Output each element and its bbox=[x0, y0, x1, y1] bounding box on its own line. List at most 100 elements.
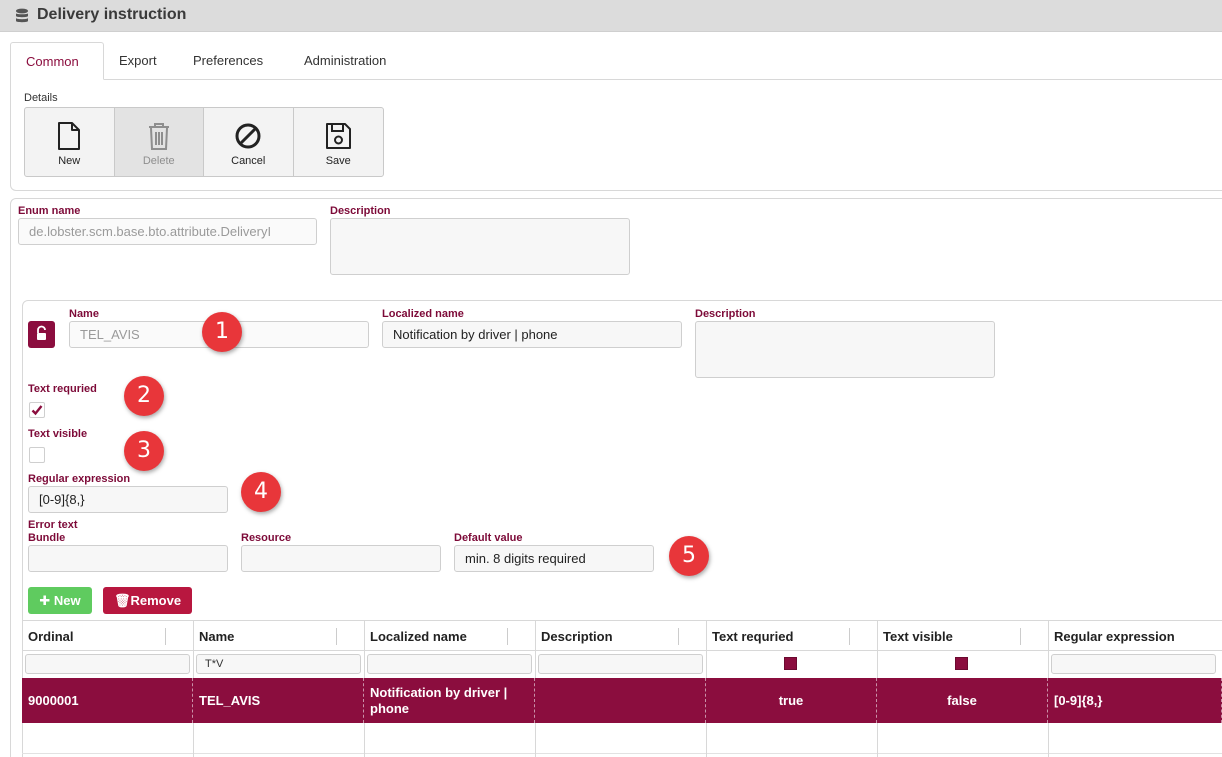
tab-administration[interactable]: Administration bbox=[289, 42, 401, 80]
file-icon bbox=[58, 122, 81, 150]
cell-regex: [0-9]{8,} bbox=[1048, 678, 1222, 723]
regex-field[interactable]: [0-9]{8,} bbox=[28, 486, 228, 513]
plus-icon: ✚ bbox=[39, 593, 54, 608]
column-divider bbox=[877, 723, 878, 757]
new-button-label: New bbox=[58, 155, 81, 167]
cancel-button-label: Cancel bbox=[231, 155, 266, 167]
details-toolbar: New Delete Cancel Save bbox=[24, 107, 384, 177]
filter-text-visible-checkbox[interactable] bbox=[955, 657, 968, 670]
column-header-regex[interactable]: Regular expression bbox=[1048, 621, 1222, 652]
empty-row bbox=[22, 723, 1222, 754]
filter-name-input[interactable]: T*V bbox=[196, 654, 361, 674]
column-divider bbox=[877, 620, 878, 678]
column-header-label: Text visible bbox=[883, 629, 953, 644]
bundle-label: Bundle bbox=[28, 532, 66, 544]
unlock-button[interactable] bbox=[28, 321, 55, 348]
column-divider bbox=[535, 620, 536, 678]
tab-preferences[interactable]: Preferences bbox=[178, 42, 278, 80]
column-divider bbox=[364, 620, 365, 678]
resource-field[interactable] bbox=[241, 545, 441, 572]
annotation-badge-3: 3 bbox=[124, 431, 164, 471]
text-required-checkbox[interactable] bbox=[29, 402, 45, 418]
remove-row-button-label: Remove bbox=[130, 593, 182, 608]
column-divider bbox=[1048, 723, 1049, 757]
window-title: Delivery instruction bbox=[37, 6, 187, 23]
add-row-button[interactable]: ✚ New bbox=[28, 587, 92, 614]
cell-name: TEL_AVIS bbox=[193, 678, 364, 723]
localized-name-label: Localized name bbox=[382, 308, 464, 320]
column-header-label: Localized name bbox=[370, 629, 467, 644]
cell-text-visible: false bbox=[877, 678, 1048, 723]
annotation-badge-5: 5 bbox=[669, 536, 709, 576]
details-label: Details bbox=[24, 92, 58, 104]
column-header-ordinal[interactable]: Ordinal bbox=[22, 621, 193, 652]
filter-regex-input[interactable] bbox=[1051, 654, 1216, 674]
entry-description-field[interactable] bbox=[695, 321, 995, 378]
trash-icon bbox=[148, 123, 169, 150]
remove-row-button[interactable]: 🗑Remove bbox=[103, 587, 192, 614]
save-button-label: Save bbox=[325, 155, 351, 167]
column-divider bbox=[193, 620, 194, 678]
localized-name-field[interactable]: Notification by driver | phone bbox=[382, 321, 682, 348]
column-divider bbox=[706, 620, 707, 678]
default-value-field[interactable]: min. 8 digits required bbox=[454, 545, 654, 572]
annotation-badge-1: 1 bbox=[202, 312, 242, 352]
entries-grid: Ordinal Name Localized name Description … bbox=[22, 620, 1222, 757]
add-row-button-label: New bbox=[53, 593, 81, 608]
new-button[interactable]: New bbox=[25, 108, 115, 176]
grid-header: Ordinal Name Localized name Description … bbox=[22, 620, 1222, 651]
column-divider bbox=[1048, 620, 1049, 678]
delete-button[interactable]: Delete bbox=[114, 108, 204, 176]
column-header-text-visible[interactable]: Text visible bbox=[877, 621, 1048, 652]
floppy-disk-icon bbox=[326, 123, 352, 149]
text-required-label: Text requried bbox=[28, 383, 97, 395]
column-header-label: Name bbox=[199, 629, 235, 644]
column-header-label: Regular expression bbox=[1054, 629, 1175, 644]
trash-icon: 🗑 bbox=[113, 593, 131, 608]
cell-description bbox=[535, 678, 706, 723]
column-header-label: Ordinal bbox=[28, 629, 74, 644]
column-header-description[interactable]: Description bbox=[535, 621, 706, 652]
enum-description-label: Description bbox=[330, 205, 391, 217]
column-divider bbox=[535, 723, 536, 757]
column-header-text-required[interactable]: Text requried bbox=[706, 621, 877, 652]
column-divider bbox=[364, 723, 365, 757]
column-header-name[interactable]: Name bbox=[193, 621, 364, 652]
column-divider bbox=[706, 723, 707, 757]
column-header-localized-name[interactable]: Localized name bbox=[364, 621, 535, 652]
table-row[interactable]: 9000001 TEL_AVIS Notification by driver … bbox=[22, 678, 1222, 723]
entry-name-label: Name bbox=[69, 308, 99, 320]
regex-label: Regular expression bbox=[28, 473, 131, 485]
annotation-badge-2: 2 bbox=[124, 376, 164, 416]
cancel-button[interactable]: Cancel bbox=[204, 108, 294, 176]
default-value-label: Default value bbox=[454, 532, 523, 544]
column-header-label: Text requried bbox=[712, 629, 794, 644]
tab-export[interactable]: Export bbox=[104, 42, 172, 80]
tab-common[interactable]: Common bbox=[10, 42, 104, 80]
cell-text-required: true bbox=[706, 678, 877, 723]
enum-name-field[interactable]: de.lobster.scm.base.bto.attribute.Delive… bbox=[18, 218, 317, 245]
filter-localized-name-input[interactable] bbox=[367, 654, 532, 674]
enum-name-label: Enum name bbox=[18, 205, 81, 217]
resource-label: Resource bbox=[241, 532, 292, 544]
bundle-field[interactable] bbox=[28, 545, 228, 572]
column-header-label: Description bbox=[541, 629, 613, 644]
error-text-label: Error text bbox=[28, 519, 78, 531]
annotation-badge-4: 4 bbox=[241, 472, 281, 512]
filter-text-required-checkbox[interactable] bbox=[784, 657, 797, 670]
checkmark-icon bbox=[31, 405, 43, 416]
text-visible-label: Text visible bbox=[28, 428, 88, 440]
text-visible-checkbox[interactable] bbox=[29, 447, 45, 463]
filter-description-input[interactable] bbox=[538, 654, 703, 674]
enum-description-field[interactable] bbox=[330, 218, 630, 275]
window-titlebar: Delivery instruction bbox=[0, 0, 1222, 32]
column-divider bbox=[193, 723, 194, 757]
unlock-icon bbox=[37, 325, 46, 340]
ban-icon bbox=[235, 123, 261, 149]
save-button[interactable]: Save bbox=[294, 108, 384, 176]
cell-localized-name: Notification by driver | phone bbox=[364, 678, 535, 723]
database-icon bbox=[16, 8, 28, 23]
cell-ordinal: 9000001 bbox=[22, 678, 193, 723]
filter-ordinal-input[interactable] bbox=[25, 654, 190, 674]
delete-button-label: Delete bbox=[142, 155, 175, 167]
